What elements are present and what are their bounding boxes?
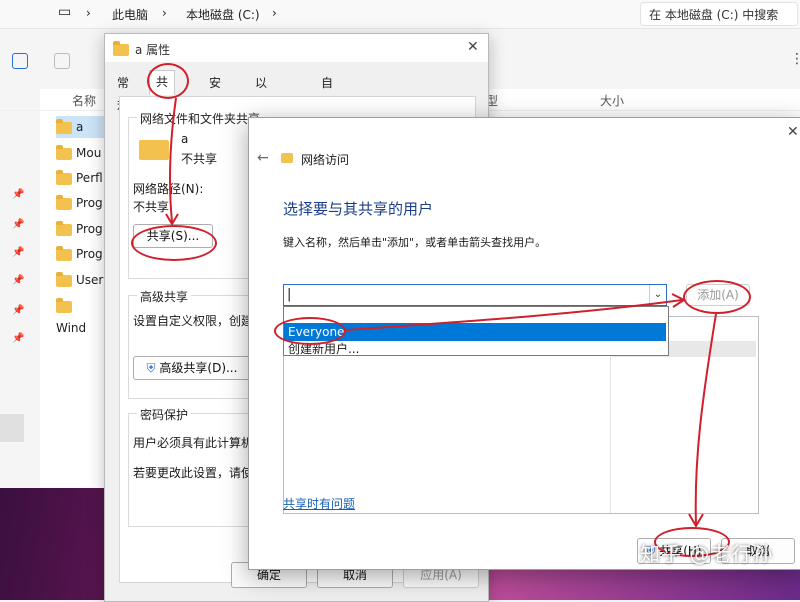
annotation-arrows — [165, 97, 717, 528]
arrow-share-tab — [168, 97, 177, 223]
arrow-everyone-to-add — [345, 299, 683, 331]
watermark: 知乎 @老行孙 — [640, 542, 774, 566]
arrow-add-to-share — [694, 313, 717, 525]
